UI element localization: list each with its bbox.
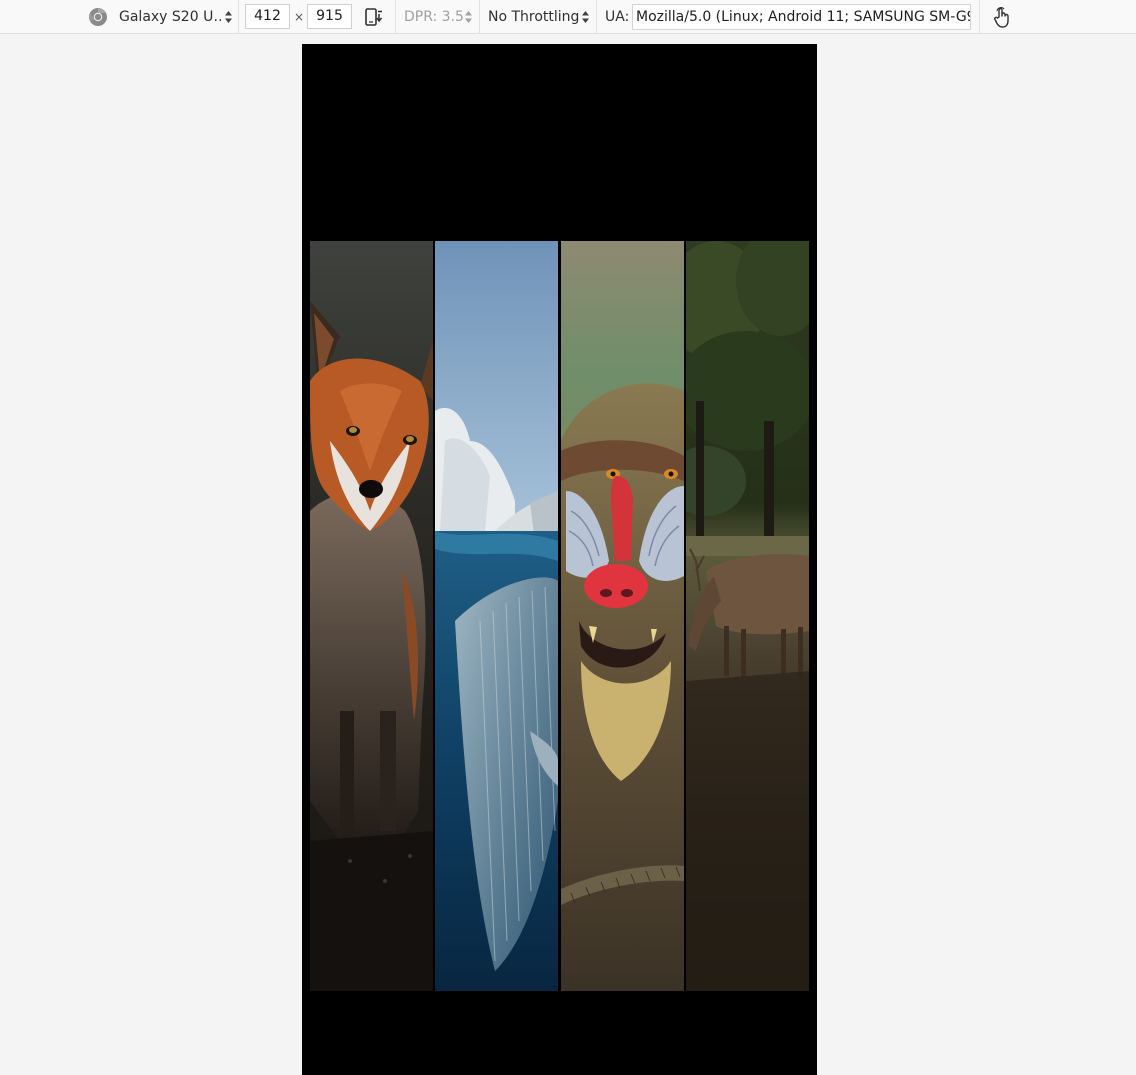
- dpr-select[interactable]: DPR: 3.5: [404, 0, 464, 34]
- whale-photo: [435, 241, 558, 991]
- fox-photo-panel[interactable]: [310, 241, 433, 991]
- toolbar-divider: [596, 0, 597, 34]
- device-select-arrows-icon: [225, 11, 232, 23]
- user-agent-input[interactable]: Mozilla/5.0 (Linux; Android 11; SAMSUNG …: [632, 4, 971, 30]
- toolbar-divider: [479, 0, 480, 34]
- whale-photo-panel[interactable]: [435, 241, 558, 991]
- deer-photo: [686, 241, 809, 991]
- throttling-select-arrows-icon: [582, 11, 589, 23]
- device-select[interactable]: Galaxy S20 U…: [119, 0, 221, 34]
- deer-photo-panel[interactable]: [686, 241, 809, 991]
- toolbar-divider: [238, 0, 239, 34]
- dpr-select-arrows-icon: [465, 11, 472, 23]
- toolbar-divider: [395, 0, 396, 34]
- rdm-toolbar: Galaxy S20 U… 412 × 915 DPR: 3.5 No Thro…: [0, 0, 1136, 34]
- mandrill-photo-panel[interactable]: [561, 241, 684, 991]
- viewport-height-input[interactable]: 915: [307, 4, 352, 29]
- rotate-viewport-icon[interactable]: [363, 6, 385, 28]
- mandrill-photo: [561, 241, 684, 991]
- browser-chrome-icon: [89, 8, 107, 26]
- network-throttling-select[interactable]: No Throttling: [488, 0, 579, 34]
- fox-photo: [310, 241, 433, 991]
- touch-simulation-icon[interactable]: [990, 5, 1014, 29]
- toolbar-divider: [979, 0, 980, 34]
- dimension-separator: ×: [294, 10, 305, 24]
- user-agent-label: UA:: [605, 9, 630, 25]
- device-viewport: [302, 44, 817, 1075]
- viewport-width-input[interactable]: 412: [245, 4, 290, 29]
